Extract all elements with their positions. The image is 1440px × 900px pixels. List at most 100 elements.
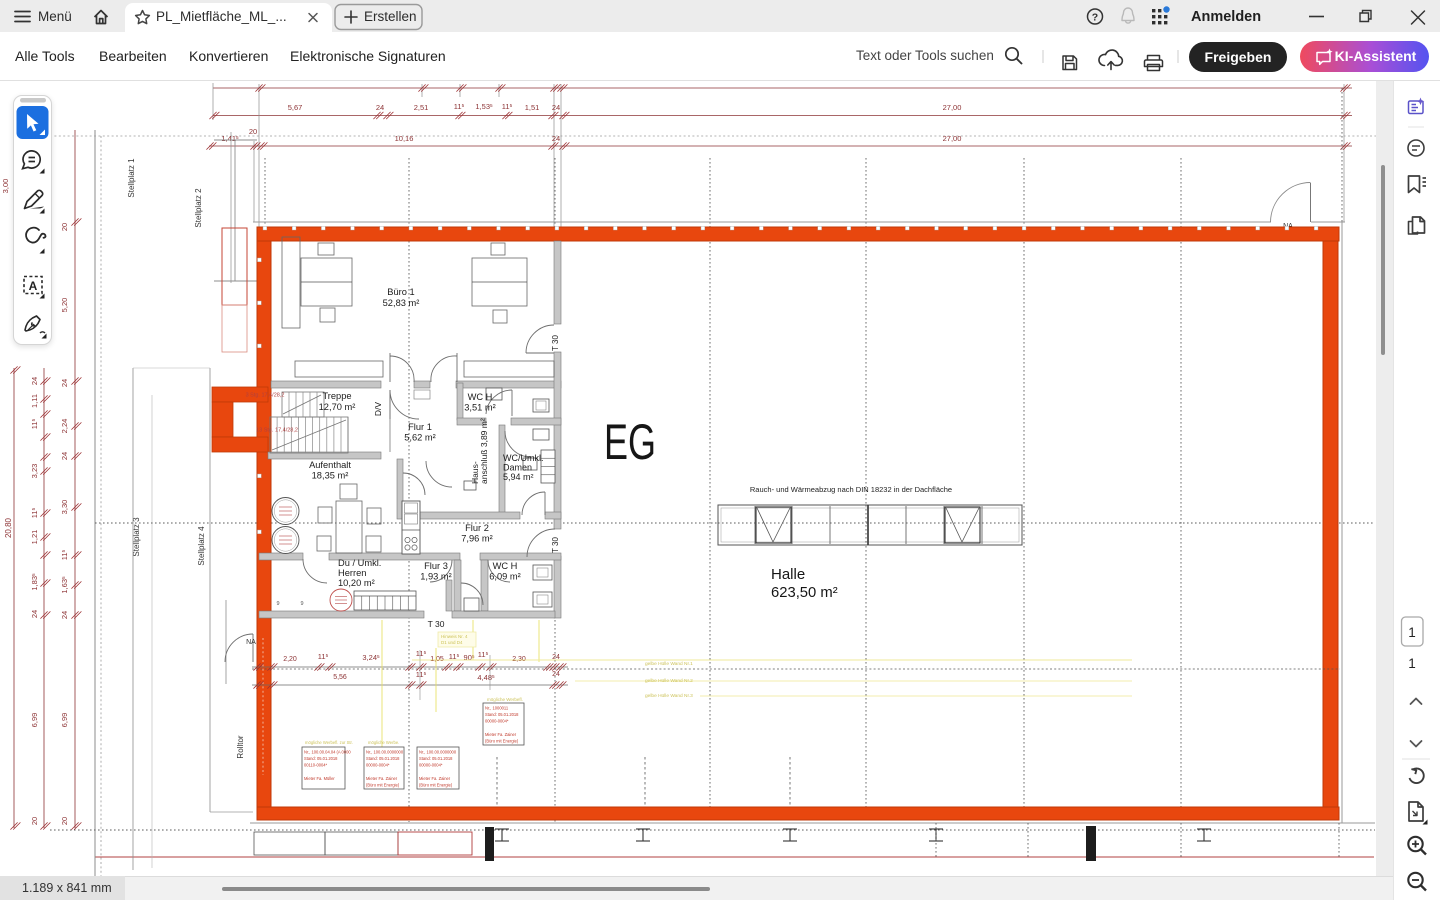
svg-text:24: 24 — [60, 611, 69, 619]
svg-text:6,09 m²: 6,09 m² — [489, 572, 521, 582]
svg-text:?: ? — [1092, 12, 1098, 24]
svg-text:24: 24 — [552, 671, 560, 678]
svg-text:Stand: 05.01.2018: Stand: 05.01.2018 — [419, 756, 453, 761]
svg-text:115: 115 — [416, 649, 427, 658]
svg-text:gelbe Hülle Wand Nr.3: gelbe Hülle Wand Nr.3 — [645, 693, 693, 699]
svg-text:mögliche Werbefl.: mögliche Werbefl. — [487, 697, 523, 702]
svg-text:Stand: 05.01.2018: Stand: 05.01.2018 — [304, 756, 338, 761]
svg-text:D/V: D/V — [373, 402, 383, 417]
svg-text:Herren: Herren — [338, 568, 366, 578]
svg-text:27,00: 27,00 — [943, 134, 962, 143]
svg-text:115: 115 — [478, 650, 489, 659]
svg-text:WC H: WC H — [493, 561, 518, 571]
svg-text:24: 24 — [60, 452, 69, 460]
svg-text:1,835: 1,835 — [30, 573, 39, 591]
svg-text:27,00: 27,00 — [943, 103, 962, 112]
svg-text:Stellplatz 1: Stellplatz 1 — [127, 158, 136, 198]
svg-text:115: 115 — [416, 670, 427, 679]
svg-text:5,62 m²: 5,62 m² — [404, 433, 436, 443]
svg-text:115: 115 — [502, 102, 513, 111]
svg-text:115: 115 — [318, 652, 329, 661]
svg-text:Flur 3: Flur 3 — [424, 561, 448, 571]
svg-text:Treppe: Treppe — [322, 391, 351, 401]
svg-text:20: 20 — [249, 127, 257, 136]
svg-text:623,50 m²: 623,50 m² — [771, 585, 838, 601]
svg-text:24: 24 — [552, 103, 560, 112]
svg-text:00110-0004*: 00110-0004* — [304, 763, 328, 768]
svg-text:1,415: 1,415 — [221, 134, 239, 143]
svg-text:Flur 1: Flur 1 — [408, 422, 432, 432]
svg-text:1,51: 1,51 — [525, 103, 540, 112]
svg-text:9: 9 — [276, 601, 279, 607]
svg-text:1: 1 — [1408, 625, 1416, 640]
svg-text:Rauch- und Wärmeabzug nach DIN: Rauch- und Wärmeabzug nach DIN 18232 in … — [750, 485, 952, 494]
svg-text:Flur 2: Flur 2 — [465, 523, 489, 533]
svg-text:Mieter Fa. Müller: Mieter Fa. Müller — [304, 776, 335, 781]
svg-text:13 Stg. 17,4/28,2: 13 Stg. 17,4/28,2 — [256, 428, 298, 434]
svg-text:Anmelden: Anmelden — [1191, 9, 1261, 25]
svg-text:Hinweis Nr. 4: Hinweis Nr. 4 — [441, 634, 468, 639]
svg-text:3 Stg. 17,4/28,2: 3 Stg. 17,4/28,2 — [246, 393, 285, 399]
svg-text:Halle: Halle — [771, 566, 805, 583]
svg-text:5,56: 5,56 — [333, 674, 347, 681]
svg-text:12,70 m²: 12,70 m² — [319, 402, 356, 412]
svg-text:mögliche Werbe.: mögliche Werbe. — [368, 740, 399, 745]
svg-text:anschluß 3,89 m²: anschluß 3,89 m² — [479, 418, 489, 484]
svg-text:1,535: 1,535 — [475, 102, 493, 111]
svg-text:Du / Umkl.: Du / Umkl. — [338, 558, 381, 568]
svg-text:9: 9 — [300, 601, 303, 607]
svg-text:6,99: 6,99 — [30, 713, 39, 728]
svg-text:24: 24 — [30, 610, 39, 618]
svg-text:T 30: T 30 — [551, 537, 560, 553]
svg-text:Mieter Fa. Zainer: Mieter Fa. Zainer — [419, 776, 451, 781]
svg-text:2,51: 2,51 — [414, 103, 429, 112]
svg-text:6,99: 6,99 — [60, 713, 69, 728]
svg-text:3,23: 3,23 — [30, 464, 39, 479]
svg-text:3,245: 3,245 — [362, 653, 380, 662]
svg-text:3,30: 3,30 — [60, 500, 69, 515]
svg-text:24: 24 — [552, 134, 560, 143]
svg-text:1,11: 1,11 — [30, 394, 39, 408]
svg-text:20: 20 — [30, 817, 39, 825]
svg-text:Nr., 100.00.0000000: Nr., 100.00.0000000 — [366, 750, 404, 755]
svg-text:52,83 m²: 52,83 m² — [383, 298, 420, 308]
svg-text:(Büro mit Energie): (Büro mit Energie) — [366, 783, 400, 788]
svg-text:Nr., 100.00.0000000: Nr., 100.00.0000000 — [419, 750, 457, 755]
svg-text:5,94 m²: 5,94 m² — [503, 472, 534, 482]
svg-text:20: 20 — [60, 817, 69, 825]
svg-text:Stand: 05.01.2018: Stand: 05.01.2018 — [366, 756, 400, 761]
svg-text:4,485: 4,485 — [477, 673, 495, 682]
svg-text:Damen: Damen — [503, 463, 532, 473]
svg-text:Stand: 05.01.2018: Stand: 05.01.2018 — [485, 712, 519, 717]
svg-text:24: 24 — [30, 377, 39, 385]
svg-text:115: 115 — [30, 418, 39, 429]
svg-text:00000-0004*: 00000-0004* — [485, 719, 509, 724]
svg-text:Büro 1: Büro 1 — [387, 287, 414, 297]
svg-text:115: 115 — [454, 102, 465, 111]
svg-text:Stellplatz 2: Stellplatz 2 — [194, 188, 203, 228]
svg-text:Mieter Fa. Zainer: Mieter Fa. Zainer — [485, 732, 517, 737]
svg-text:gelbe Hülle Wand Nr.1: gelbe Hülle Wand Nr.1 — [645, 661, 693, 667]
svg-text:D1 und D4: D1 und D4 — [441, 640, 463, 645]
svg-text:Mieter Fa. Zainer: Mieter Fa. Zainer — [366, 776, 398, 781]
svg-text:1,93 m²: 1,93 m² — [420, 572, 452, 582]
svg-text:2,24: 2,24 — [60, 419, 69, 434]
svg-text:24: 24 — [60, 379, 69, 387]
svg-text:T 30: T 30 — [428, 619, 445, 629]
svg-text:00000-0004*: 00000-0004* — [419, 763, 443, 768]
svg-text:WC/Umkl.: WC/Umkl. — [503, 453, 544, 463]
svg-text:(Büro mit Energie): (Büro mit Energie) — [485, 739, 519, 744]
svg-text:10,20 m²: 10,20 m² — [338, 578, 375, 588]
svg-text:gelbe Hülle Wand Nr.2: gelbe Hülle Wand Nr.2 — [645, 678, 693, 684]
svg-text:Aufenthalt: Aufenthalt — [309, 460, 351, 470]
svg-text:115: 115 — [60, 549, 69, 560]
svg-text:mögliche Werbefl. zur Str.: mögliche Werbefl. zur Str. — [305, 740, 353, 745]
svg-text:18,35 m²: 18,35 m² — [312, 471, 349, 481]
svg-text:A: A — [29, 279, 38, 293]
svg-text:EG: EG — [604, 414, 656, 470]
svg-text:WC H: WC H — [468, 392, 493, 402]
svg-text:Nr., 1000011: Nr., 1000011 — [485, 706, 509, 711]
svg-text:NA: NA — [246, 639, 256, 646]
svg-text:5,67: 5,67 — [288, 103, 303, 112]
svg-text:1,635: 1,635 — [60, 576, 69, 594]
